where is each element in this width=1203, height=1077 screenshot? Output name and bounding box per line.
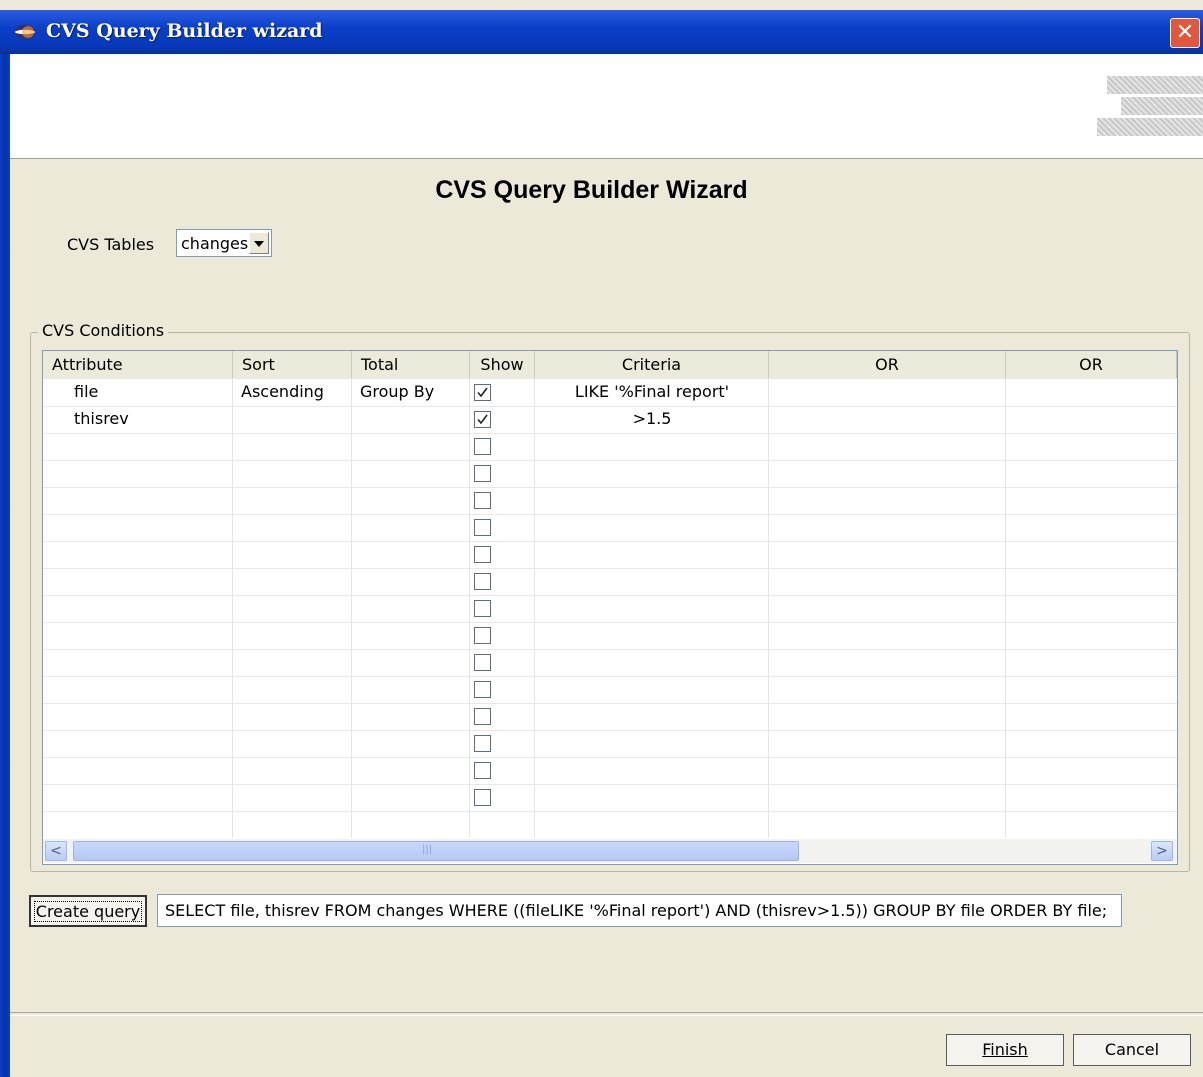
show-checkbox[interactable] <box>474 735 491 752</box>
show-checkbox[interactable] <box>474 546 491 563</box>
row-divider <box>43 811 1177 812</box>
create-query-button[interactable]: Create query <box>29 895 147 927</box>
show-checkbox[interactable] <box>474 789 491 806</box>
cvs-tables-label: CVS Tables <box>67 235 155 254</box>
cancel-label: Cancel <box>1104 1040 1160 1059</box>
show-checkbox[interactable] <box>474 681 491 698</box>
column-divider <box>534 378 535 838</box>
cell-criteria[interactable]: >1.5 <box>535 409 769 428</box>
title-bar[interactable]: CVS Query Builder wizard ✕ <box>0 10 1203 54</box>
row-divider <box>43 541 1177 542</box>
row-divider <box>43 514 1177 515</box>
banner-stripe <box>1121 97 1203 115</box>
conditions-table: Attribute Sort Total Show Criteria OR OR file A… <box>42 350 1178 865</box>
cell-criteria[interactable]: LIKE '%Final report' <box>535 382 769 401</box>
column-divider <box>1005 378 1006 838</box>
show-checkbox[interactable] <box>474 492 491 509</box>
row-divider <box>43 676 1177 677</box>
row-divider <box>43 568 1177 569</box>
create-query-label: Create query <box>33 901 143 922</box>
wizard-banner <box>10 54 1203 159</box>
column-divider <box>469 378 470 838</box>
close-icon: ✕ <box>1175 20 1195 45</box>
column-divider <box>232 378 233 838</box>
query-text-field[interactable]: SELECT file, thisrev FROM changes WHERE … <box>157 894 1122 927</box>
show-checkbox[interactable] <box>474 600 491 617</box>
column-header[interactable]: Criteria <box>535 351 769 378</box>
show-checkbox[interactable] <box>474 411 491 428</box>
banner-stripe <box>1097 118 1203 136</box>
window-frame-left <box>0 54 10 1077</box>
column-header[interactable]: Show <box>470 351 535 378</box>
row-divider <box>43 703 1177 704</box>
show-checkbox[interactable] <box>474 465 491 482</box>
cell-attribute[interactable]: file <box>74 382 98 401</box>
wizard-window: CVS Query Builder wizard ✕ CVS Query Bui… <box>0 0 1203 1077</box>
column-header[interactable]: Attribute <box>43 351 233 378</box>
show-checkbox[interactable] <box>474 654 491 671</box>
chevron-down-icon[interactable] <box>249 232 269 254</box>
row-divider <box>43 595 1177 596</box>
check-icon <box>477 387 488 398</box>
row-divider <box>43 730 1177 731</box>
row-divider <box>43 784 1177 785</box>
window-title: CVS Query Builder wizard <box>46 20 323 42</box>
column-header[interactable]: Sort <box>233 351 352 378</box>
row-divider <box>43 378 1177 379</box>
row-divider <box>43 757 1177 758</box>
show-checkbox[interactable] <box>474 627 491 644</box>
eclipse-app-icon <box>15 25 35 39</box>
scrollbar-thumb[interactable]: ||| <box>73 841 799 861</box>
cvs-tables-selected-value: changes <box>181 234 249 253</box>
row-divider <box>43 406 1177 407</box>
scrollbar-grip: ||| <box>422 844 433 855</box>
cell-attribute[interactable]: thisrev <box>74 409 129 428</box>
close-button[interactable]: ✕ <box>1170 18 1200 48</box>
finish-button[interactable]: Finish <box>946 1034 1064 1066</box>
wizard-heading: CVS Query Builder Wizard <box>435 176 748 204</box>
cell-total[interactable]: Group By <box>360 382 434 401</box>
show-checkbox[interactable] <box>474 438 491 455</box>
column-header[interactable]: OR <box>769 351 1006 378</box>
row-divider <box>43 622 1177 623</box>
column-divider <box>351 378 352 838</box>
row-divider <box>43 433 1177 434</box>
scroll-left-icon[interactable]: < <box>45 841 67 861</box>
column-divider <box>768 378 769 838</box>
table-header: Attribute Sort Total Show Criteria OR OR <box>43 351 1177 379</box>
column-header[interactable]: OR <box>1006 351 1177 378</box>
horizontal-scrollbar[interactable]: < ||| > <box>43 839 1177 863</box>
footer-separator <box>10 1012 1203 1016</box>
banner-stripe <box>1107 76 1203 94</box>
show-checkbox[interactable] <box>474 519 491 536</box>
cancel-button[interactable]: Cancel <box>1073 1034 1191 1066</box>
cell-sort[interactable]: Ascending <box>241 382 324 401</box>
cvs-conditions-label: CVS Conditions <box>38 321 169 340</box>
column-header[interactable]: Total <box>352 351 470 378</box>
show-checkbox[interactable] <box>474 573 491 590</box>
show-checkbox[interactable] <box>474 762 491 779</box>
row-divider <box>43 487 1177 488</box>
show-checkbox[interactable] <box>474 384 491 401</box>
row-divider <box>43 460 1177 461</box>
finish-label: Finish <box>982 1040 1028 1059</box>
cvs-tables-select[interactable]: changes <box>176 229 272 257</box>
check-icon <box>477 414 488 425</box>
scroll-right-icon[interactable]: > <box>1151 841 1173 861</box>
banner-graphic <box>1097 76 1203 139</box>
show-checkbox[interactable] <box>474 708 491 725</box>
row-divider <box>43 649 1177 650</box>
